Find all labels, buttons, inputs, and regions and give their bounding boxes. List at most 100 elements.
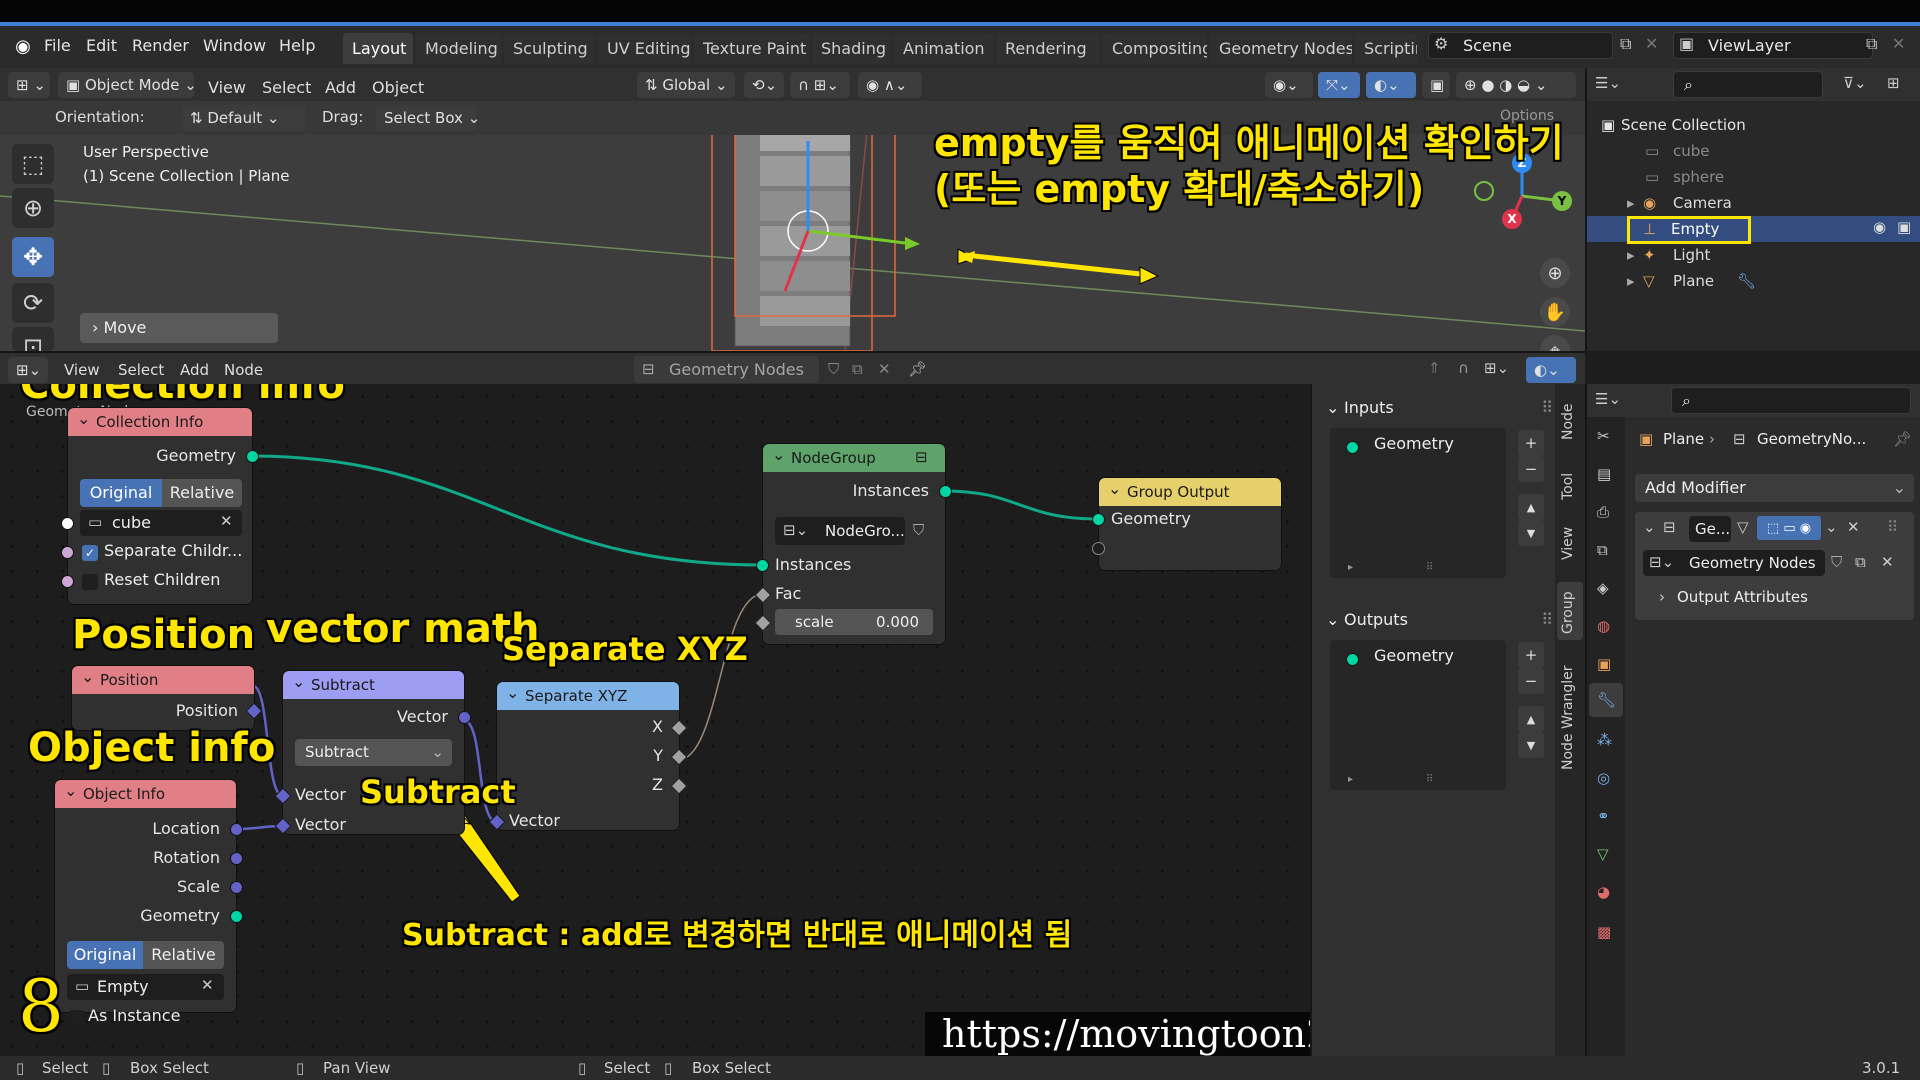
- snap-button[interactable]: ∩ ⊞⌄: [790, 72, 850, 98]
- modifier-properties-icon[interactable]: 🔧︎: [1597, 691, 1616, 709]
- modifier-collapse-icon[interactable]: ⌄: [1643, 518, 1656, 536]
- reset-children-checkbox[interactable]: [82, 574, 98, 590]
- object-relative-button[interactable]: Relative: [143, 941, 224, 969]
- output-socket-name[interactable]: Geometry: [1374, 646, 1454, 665]
- collection-field[interactable]: cube: [80, 510, 242, 536]
- output-socket-scale[interactable]: [230, 881, 243, 894]
- fake-user-shield-icon[interactable]: ⛉: [828, 360, 839, 378]
- remove-input-icon[interactable]: −: [1518, 456, 1544, 482]
- object-properties-icon[interactable]: ▣: [1597, 655, 1611, 673]
- tab-shading[interactable]: Shading: [812, 33, 891, 64]
- gizmo-toggle[interactable]: ⤧⌄: [1318, 72, 1360, 98]
- tab-uv-editing[interactable]: UV Editing: [598, 33, 691, 64]
- add-modifier-button[interactable]: Add Modifier ⌄: [1635, 474, 1914, 502]
- node-group-icon[interactable]: ⊟: [915, 448, 928, 466]
- editor-type-button[interactable]: ⊞ ⌄: [8, 72, 50, 98]
- tab-texture-paint[interactable]: Texture Paint: [694, 33, 809, 64]
- ne-overlay-toggle[interactable]: ◐⌄: [1526, 357, 1576, 383]
- inputs-panel-header[interactable]: ⌄ Inputs ⠿: [1322, 394, 1557, 422]
- node-header[interactable]: Collection Info: [68, 405, 252, 436]
- tab-modeling[interactable]: Modeling: [416, 33, 501, 64]
- xray-toggle[interactable]: ▣: [1422, 72, 1450, 98]
- pivot-point-button[interactable]: ⟲⌄: [744, 72, 784, 98]
- outliner-search-input[interactable]: ⌕: [1673, 71, 1823, 98]
- tool-properties-icon[interactable]: ✂: [1597, 427, 1610, 445]
- node-group-duplicate-icon[interactable]: ⧉: [1855, 553, 1866, 571]
- node-header[interactable]: Subtract: [283, 668, 464, 699]
- outliner-item-camera[interactable]: ▸ ◉ Camera: [1587, 190, 1920, 216]
- add-output-icon[interactable]: +: [1518, 642, 1544, 668]
- outliner-editor-icon[interactable]: ☰⌄: [1595, 74, 1621, 92]
- texture-properties-icon[interactable]: ▩: [1597, 923, 1611, 941]
- tab-scripting[interactable]: Scriptin: [1355, 33, 1417, 64]
- outliner-item-light[interactable]: ▸ ✦ Light: [1587, 242, 1920, 268]
- node-group-output[interactable]: Group Output Geometry: [1092, 475, 1281, 570]
- visibility-button[interactable]: ◉⌄: [1265, 72, 1313, 98]
- outputs-socket-list[interactable]: Geometry ▸ ⠿: [1330, 640, 1506, 790]
- modifier-remove-icon[interactable]: ✕: [1847, 518, 1860, 536]
- collection-clear-icon[interactable]: ✕: [220, 512, 233, 530]
- outliner-item-sphere[interactable]: ▭ sphere: [1587, 164, 1920, 190]
- world-properties-icon[interactable]: ◍: [1597, 617, 1610, 635]
- scale-value-field[interactable]: scale 0.000: [775, 609, 933, 635]
- render-camera-icon[interactable]: ▣: [1897, 218, 1911, 236]
- add-input-icon[interactable]: +: [1518, 430, 1544, 456]
- outliner-item-cube[interactable]: ▭ cube: [1587, 138, 1920, 164]
- outputs-panel-header[interactable]: ⌄ Outputs ⠿: [1322, 606, 1557, 634]
- input-socket-reset-children[interactable]: [61, 575, 74, 588]
- edit-mode-toggle-icon[interactable]: ▽: [1737, 518, 1749, 536]
- pin-icon[interactable]: 📌︎: [908, 360, 927, 378]
- outliner-item-empty[interactable]: ⊥ Empty: [1587, 216, 1920, 244]
- output-socket-geometry[interactable]: [246, 450, 259, 463]
- filter-icon[interactable]: ⊽⌄: [1843, 74, 1867, 92]
- tab-rendering[interactable]: Rendering: [996, 33, 1100, 64]
- tab-layout[interactable]: Layout: [343, 33, 413, 64]
- drag-dropdown[interactable]: Select Box ⌄: [376, 105, 480, 131]
- input-socket-empty[interactable]: [1092, 542, 1105, 555]
- outliner-scene-collection[interactable]: ▣ Scene Collection: [1587, 112, 1920, 138]
- modifier-drag-icon[interactable]: ⠿: [1887, 518, 1898, 536]
- node-header[interactable]: Object Info: [55, 777, 236, 808]
- delete-viewlayer-icon[interactable]: ✕: [1892, 34, 1905, 53]
- output-socket-location[interactable]: [230, 823, 243, 836]
- node-nodegroup[interactable]: NodeGroup ⊟ Instances NodeGro... ⊟⌄ ⛉ In…: [754, 441, 952, 644]
- rotate-tool[interactable]: ⟳: [12, 283, 54, 323]
- output-properties-icon[interactable]: ⎙: [1597, 503, 1609, 521]
- output-socket-instances[interactable]: [939, 485, 952, 498]
- ne-snap-icon[interactable]: ∩: [1458, 359, 1469, 377]
- object-original-button[interactable]: Original: [67, 941, 143, 969]
- viewlayer-selector[interactable]: ViewLayer: [1673, 32, 1873, 59]
- unlink-icon[interactable]: ✕: [878, 360, 891, 378]
- physics-properties-icon[interactable]: ◎: [1597, 769, 1610, 787]
- node-position[interactable]: Position Position: [72, 663, 263, 730]
- scene-selector[interactable]: Scene: [1428, 32, 1613, 59]
- sidebar-tab-view[interactable]: View: [1560, 527, 1576, 560]
- ne-menu-select[interactable]: Select: [118, 361, 164, 379]
- operation-dropdown[interactable]: Subtract ⌄: [295, 739, 452, 766]
- transform-original-button[interactable]: Original: [80, 479, 162, 507]
- overlay-toggle[interactable]: ◐⌄: [1366, 72, 1416, 98]
- separate-children-checkbox[interactable]: ✓: [82, 545, 98, 561]
- new-scene-icon[interactable]: ⧉: [1620, 34, 1631, 54]
- scale-tool[interactable]: ⊡: [12, 327, 54, 361]
- menu-help[interactable]: Help: [279, 36, 315, 55]
- output-attributes-subpanel[interactable]: Output Attributes: [1677, 588, 1808, 606]
- tab-compositing[interactable]: Compositing: [1103, 33, 1207, 64]
- mode-dropdown[interactable]: ▣ Object Mode ⌄: [58, 72, 197, 98]
- particles-properties-icon[interactable]: ⁂: [1597, 731, 1612, 749]
- modifier-visibility-toggles[interactable]: ⬚ ▭ ◉: [1757, 516, 1821, 540]
- nav-gizmo-x[interactable]: X: [1502, 209, 1522, 229]
- menu-object-3d[interactable]: Object: [372, 78, 424, 97]
- ne-menu-node[interactable]: Node: [224, 361, 263, 379]
- node-editor-canvas[interactable]: Geometry Nodes Collection Info Geometry …: [0, 384, 1310, 1056]
- proportional-edit-button[interactable]: ◉ ∧⌄: [858, 72, 922, 98]
- properties-search-input[interactable]: ⌕: [1671, 387, 1911, 414]
- menu-edit[interactable]: Edit: [86, 36, 117, 55]
- input-socket-separate-children[interactable]: [61, 546, 74, 559]
- tab-animation[interactable]: Animation: [894, 33, 993, 64]
- new-viewlayer-icon[interactable]: ⧉: [1866, 34, 1877, 54]
- input-socket-instances[interactable]: [756, 559, 769, 572]
- expand-arrow-icon[interactable]: ▸: [1627, 190, 1635, 216]
- input-socket-name[interactable]: Geometry: [1374, 434, 1454, 453]
- group-shield-icon[interactable]: ⛉: [913, 521, 924, 539]
